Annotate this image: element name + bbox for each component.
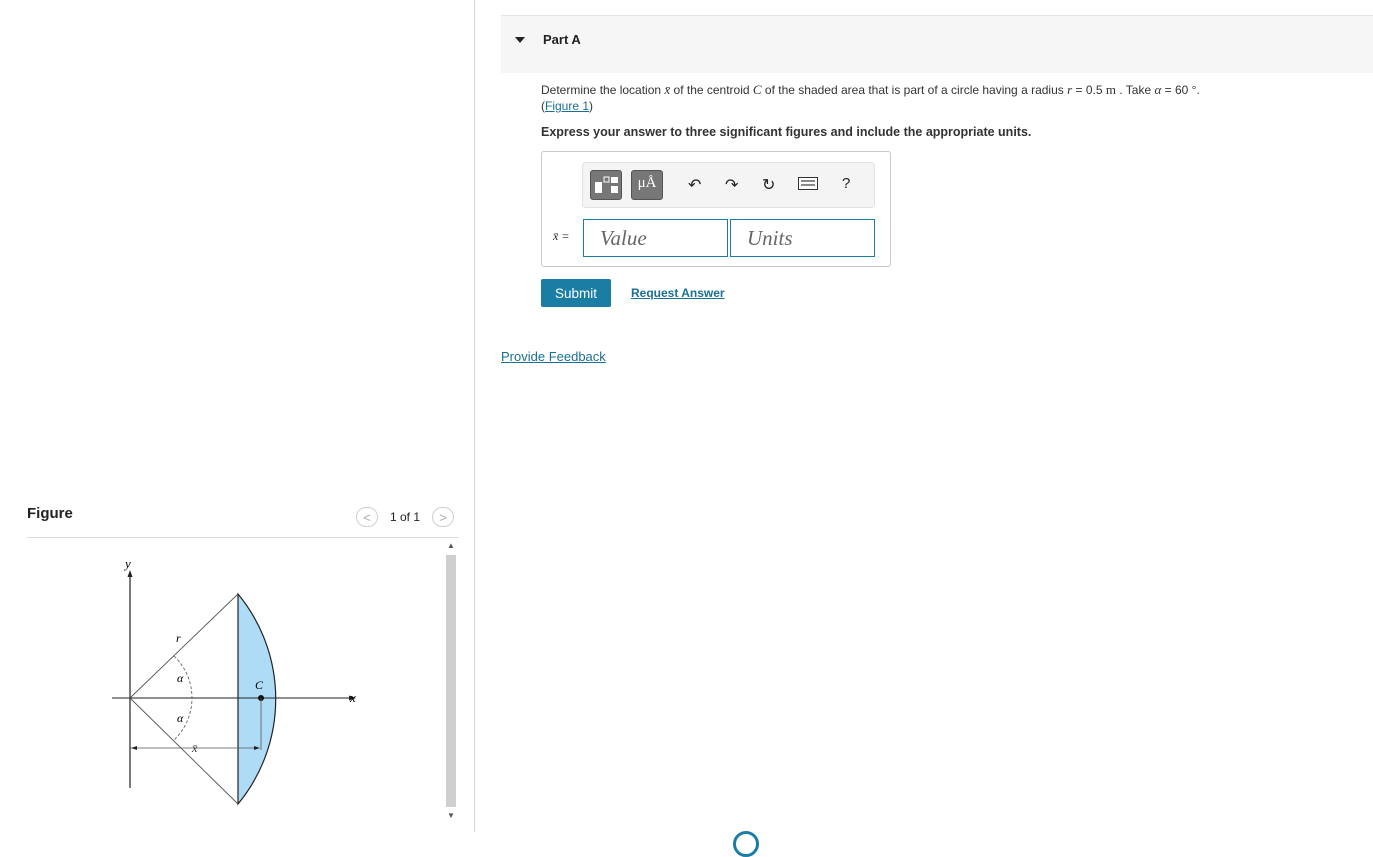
radius-unit: m bbox=[1105, 82, 1116, 97]
radius-line-top bbox=[129, 593, 239, 699]
redo-icon[interactable]: ↷ bbox=[725, 175, 738, 195]
figure-scrollbar[interactable]: ▲ ▼ bbox=[444, 541, 458, 825]
c-label: C bbox=[255, 678, 264, 692]
figure-link[interactable]: Figure 1 bbox=[545, 99, 589, 113]
part-a-header[interactable]: Part A bbox=[501, 15, 1373, 73]
xbar-label: x̄ bbox=[191, 741, 198, 755]
submit-button[interactable]: Submit bbox=[541, 279, 611, 307]
keyboard-icon[interactable] bbox=[798, 177, 818, 195]
figure-title: Figure bbox=[27, 505, 73, 522]
chevron-left-icon: < bbox=[363, 509, 371, 525]
answer-label: x̄ = bbox=[553, 229, 570, 243]
units-input[interactable]: Units bbox=[730, 219, 875, 257]
part-title: Part A bbox=[543, 32, 581, 47]
provide-feedback-link[interactable]: Provide Feedback bbox=[501, 349, 606, 364]
centroid-figure: y x r α α C x̄ bbox=[112, 556, 356, 806]
collapse-caret-icon[interactable] bbox=[515, 37, 525, 43]
value-input[interactable]: Value bbox=[583, 219, 728, 257]
instruction-text: Express your answer to three significant… bbox=[541, 125, 1032, 139]
r-label: r bbox=[176, 631, 181, 645]
help-icon[interactable]: ? bbox=[842, 175, 850, 192]
next-figure-button[interactable]: > bbox=[432, 507, 455, 527]
reset-icon[interactable]: ↻ bbox=[762, 175, 775, 195]
figure-pager: < 1 of 1 > bbox=[356, 507, 455, 527]
prev-figure-button[interactable]: < bbox=[356, 507, 378, 527]
undo-icon[interactable]: ↶ bbox=[688, 175, 701, 195]
templates-button[interactable] bbox=[590, 170, 622, 200]
chevron-right-icon: > bbox=[439, 509, 447, 525]
request-answer-link[interactable]: Request Answer bbox=[631, 286, 725, 300]
math-toolbar: μÅ ↶ ↷ ↻ ? bbox=[582, 162, 875, 208]
scroll-down-icon[interactable]: ▼ bbox=[447, 811, 455, 820]
templates-icon bbox=[595, 176, 618, 193]
shaded-area bbox=[237, 592, 277, 806]
centroid-symbol: C bbox=[752, 82, 762, 97]
question-text: Determine the location x̄ of the centroi… bbox=[541, 82, 1200, 113]
figure-divider bbox=[27, 537, 459, 538]
dim-arrow-left-icon bbox=[131, 746, 137, 750]
scroll-thumb[interactable] bbox=[446, 555, 456, 807]
alpha-label-top: α bbox=[177, 671, 184, 685]
pager-text: 1 of 1 bbox=[390, 510, 421, 524]
radius-line-bottom bbox=[129, 697, 239, 805]
y-label: y bbox=[123, 556, 131, 571]
panel-divider bbox=[474, 0, 475, 832]
units-button[interactable]: μÅ bbox=[631, 170, 663, 200]
alpha-label-bottom: α bbox=[177, 711, 184, 725]
logo-icon bbox=[733, 831, 759, 857]
scroll-up-icon[interactable]: ▲ bbox=[447, 541, 455, 550]
answer-box: μÅ ↶ ↷ ↻ ? x̄ = Value Units bbox=[541, 151, 891, 267]
y-axis-arrow-icon bbox=[127, 570, 133, 577]
x-label: x bbox=[349, 690, 356, 705]
